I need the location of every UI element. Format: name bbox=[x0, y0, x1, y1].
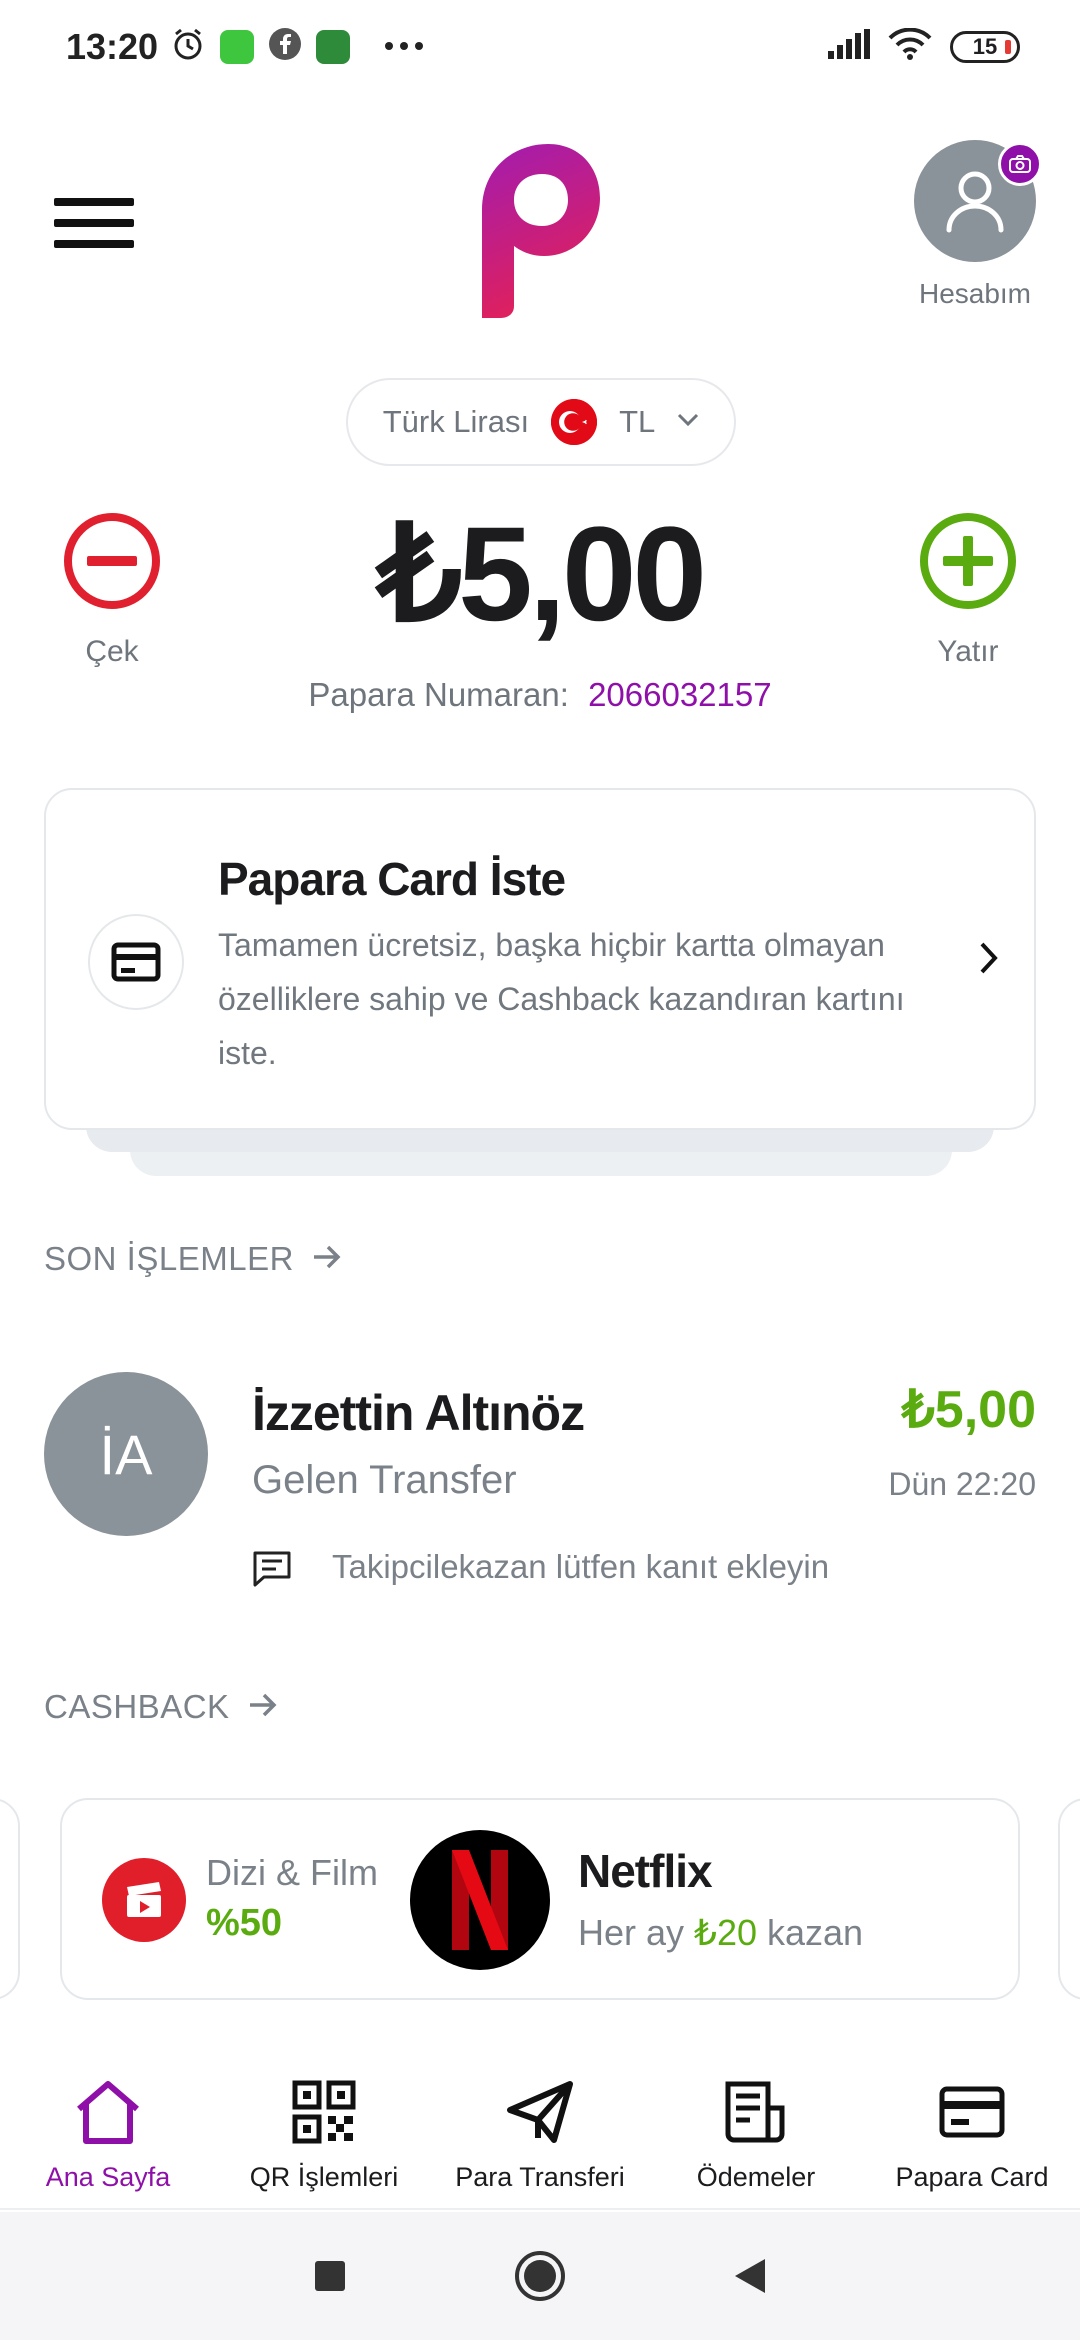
plus-circle-icon bbox=[919, 513, 1017, 614]
cashback-category: Dizi & Film bbox=[206, 1852, 378, 1893]
bottom-navigation: Ana Sayfa QR İşlemleri Para Transferi Öd… bbox=[0, 2060, 1080, 2210]
recent-transactions-link[interactable]: SON İŞLEMLER bbox=[44, 1240, 342, 1278]
avatar bbox=[914, 140, 1042, 262]
nav-card-label: Papara Card bbox=[895, 2162, 1049, 2192]
papara-number: Papara Numaran: 2066032157 bbox=[0, 676, 1080, 714]
transaction-name: İzzettin Altınöz bbox=[252, 1385, 585, 1441]
cashback-card-next[interactable] bbox=[1058, 1798, 1080, 2000]
alarm-icon bbox=[170, 26, 206, 67]
cashback-card-prev[interactable] bbox=[0, 1798, 20, 2000]
currency-name: Türk Lirası bbox=[382, 404, 530, 439]
transaction-date: Dün 22:20 bbox=[888, 1466, 1036, 1502]
wifi-icon bbox=[888, 27, 932, 65]
papara-number-label: Papara Numaran: bbox=[308, 676, 569, 713]
hamburger-line bbox=[54, 198, 134, 206]
system-navigation bbox=[0, 2212, 1080, 2340]
send-icon bbox=[504, 2076, 576, 2148]
promo-description: Tamamen ücretsiz, başka hiçbir kartta ol… bbox=[218, 927, 905, 1071]
app-icon-green bbox=[220, 29, 254, 64]
home-icon bbox=[72, 2076, 144, 2148]
cashback-title: CASHBACK bbox=[44, 1688, 230, 1725]
deposit-button[interactable]: Yatır bbox=[918, 512, 1018, 669]
battery-icon: 15 bbox=[950, 30, 1020, 63]
clapperboard-icon bbox=[102, 1858, 186, 1942]
cashback-card[interactable]: Dizi & Film %50 Netflix Her ay ₺20 kazan bbox=[60, 1798, 1020, 2000]
nav-home[interactable]: Ana Sayfa bbox=[0, 2060, 216, 2208]
credit-card-icon bbox=[88, 914, 184, 1010]
papara-number-value[interactable]: 2066032157 bbox=[588, 676, 772, 713]
recents-icon[interactable] bbox=[300, 2246, 360, 2306]
transaction-type: Gelen Transfer bbox=[252, 1458, 517, 1502]
status-icons-left bbox=[170, 26, 424, 67]
camera-icon[interactable] bbox=[998, 142, 1042, 186]
nav-card[interactable]: Papara Card bbox=[864, 2060, 1080, 2208]
offer-amount: ₺20 bbox=[694, 1912, 757, 1953]
comment-icon bbox=[252, 1550, 292, 1593]
back-icon[interactable] bbox=[720, 2246, 780, 2306]
hamburger-line bbox=[54, 240, 134, 248]
more-icon bbox=[384, 38, 424, 56]
nav-qr[interactable]: QR İşlemleri bbox=[216, 2060, 432, 2208]
recent-transactions-title: SON İŞLEMLER bbox=[44, 1240, 294, 1277]
home-button-icon[interactable] bbox=[510, 2246, 570, 2306]
nav-payments[interactable]: Ödemeler bbox=[648, 2060, 864, 2208]
cashback-brand-name: Netflix bbox=[578, 1845, 713, 1897]
promo-title: Papara Card İste bbox=[218, 853, 566, 905]
chevron-down-icon bbox=[677, 413, 699, 432]
turkey-flag-icon bbox=[551, 399, 598, 445]
transaction-note: Takipcilekazan lütfen kanıt ekleyin bbox=[332, 1548, 830, 1585]
nav-payments-label: Ödemeler bbox=[696, 2162, 816, 2192]
nav-qr-label: QR İşlemleri bbox=[249, 2162, 399, 2192]
netflix-logo-icon bbox=[410, 1830, 550, 1970]
currency-code: TL bbox=[619, 404, 656, 439]
transaction-amount: ₺5,00 bbox=[901, 1381, 1036, 1439]
papara-card-promo[interactable]: Papara Card İste Tamamen ücretsiz, başka… bbox=[44, 788, 1036, 1130]
bill-icon bbox=[720, 2076, 792, 2148]
nav-transfer[interactable]: Para Transferi bbox=[432, 2060, 648, 2208]
status-icons-right: 15 bbox=[828, 27, 1020, 65]
cashback-rate: %50 bbox=[206, 1902, 283, 1944]
currency-selector[interactable]: Türk Lirası TL bbox=[346, 378, 736, 466]
cashback-offer: Her ay ₺20 kazan bbox=[578, 1912, 863, 1954]
arrow-right-icon bbox=[248, 1688, 278, 1726]
chevron-right-icon bbox=[978, 940, 1000, 981]
card-icon bbox=[936, 2076, 1008, 2148]
facebook-icon bbox=[268, 27, 302, 66]
status-time: 13:20 bbox=[66, 26, 159, 67]
arrow-right-icon bbox=[312, 1240, 342, 1278]
transaction-avatar: İA bbox=[44, 1372, 208, 1536]
battery-level: 15 bbox=[972, 33, 998, 59]
status-bar: 13:20 15 bbox=[0, 0, 1080, 96]
hamburger-line bbox=[54, 219, 134, 227]
account-button[interactable]: Hesabım bbox=[914, 140, 1042, 310]
offer-suffix: kazan bbox=[767, 1912, 864, 1953]
cashback-link[interactable]: CASHBACK bbox=[44, 1688, 278, 1726]
signal-icon bbox=[828, 29, 870, 64]
menu-button[interactable] bbox=[54, 198, 134, 258]
offer-prefix: Her ay bbox=[578, 1912, 685, 1953]
deposit-label: Yatır bbox=[937, 635, 999, 668]
account-label: Hesabım bbox=[918, 278, 1032, 309]
nav-transfer-label: Para Transferi bbox=[455, 2162, 625, 2192]
app-icon-green-2 bbox=[316, 29, 350, 64]
nav-home-label: Ana Sayfa bbox=[45, 2162, 171, 2192]
papara-logo bbox=[470, 140, 610, 320]
qr-icon bbox=[288, 2076, 360, 2148]
